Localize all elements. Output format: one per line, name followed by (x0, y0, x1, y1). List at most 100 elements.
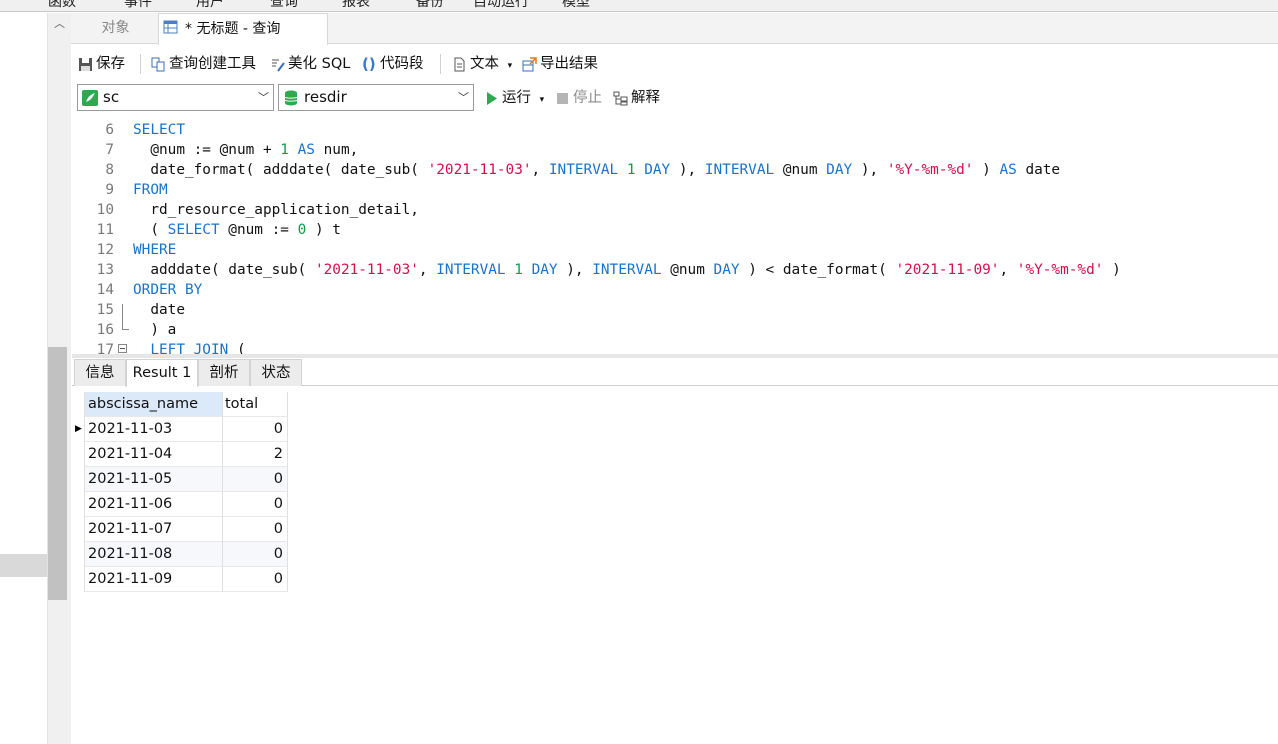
database-value: resdir (304, 88, 347, 106)
column-header-abscissa-name[interactable]: abscissa_name (85, 392, 223, 417)
run-button[interactable]: 运行 ▾ (482, 86, 544, 110)
cell-total[interactable]: 0 (223, 467, 288, 492)
code-token: '2021-11-03' (427, 162, 532, 178)
code-token: 1 (514, 262, 523, 278)
row-indicator[interactable] (72, 492, 85, 517)
code-token: SELECT (133, 122, 185, 138)
scrollbar-thumb[interactable] (48, 347, 67, 600)
row-indicator[interactable] (72, 517, 85, 542)
menu-item-functions[interactable]: 函数 (48, 0, 76, 11)
code-text: date (133, 300, 185, 320)
sql-editor[interactable]: 6 SELECT 7 @num := @num + 1 AS num, 8 date_… (72, 120, 1278, 354)
code-token: ), (670, 162, 705, 178)
code-line[interactable]: 7 @num := @num + 1 AS num, (72, 140, 1278, 160)
cell-abscissa-name[interactable]: 2021-11-08 (85, 542, 223, 567)
code-line[interactable]: 16 ) a (72, 320, 1278, 340)
code-text: @num := @num + 1 AS num, (133, 140, 358, 160)
menu-item-model[interactable]: 模型 (562, 0, 590, 11)
menu-item-backup[interactable]: 备份 (416, 0, 444, 11)
cell-total[interactable]: 0 (223, 542, 288, 567)
cell-abscissa-name[interactable]: 2021-11-04 (85, 442, 223, 467)
row-indicator[interactable] (72, 542, 85, 567)
row-indicator[interactable] (72, 467, 85, 492)
code-token: ( (133, 222, 168, 238)
code-token: ), (852, 162, 887, 178)
code-token: LEFT JOIN (150, 342, 229, 354)
export-results-button[interactable]: 导出结果 (520, 52, 598, 76)
navigator-selected-item[interactable] (0, 554, 47, 577)
code-token: DAY (531, 262, 558, 278)
stop-button[interactable]: 停止 (553, 86, 602, 110)
code-text: FROM (133, 180, 168, 200)
code-token: @num (661, 262, 714, 278)
scroll-up-arrow-icon[interactable]: ︿ (48, 14, 71, 34)
save-button[interactable]: 保存 (76, 52, 125, 76)
tab-query[interactable]: * 无标题 - 查询 (158, 13, 328, 45)
cell-abscissa-name[interactable]: 2021-11-07 (85, 517, 223, 542)
code-line[interactable]: 17 LEFT JOIN ( (72, 340, 1278, 354)
cell-total[interactable]: 0 (223, 492, 288, 517)
code-line[interactable]: 6 SELECT (72, 120, 1278, 140)
cell-total[interactable]: 2 (223, 442, 288, 467)
code-line[interactable]: 14 ORDER BY (72, 280, 1278, 300)
cell-total[interactable]: 0 (223, 417, 288, 442)
result-tab-result1[interactable]: Result 1 (126, 359, 198, 387)
code-line[interactable]: 12 WHERE (72, 240, 1278, 260)
explain-label: 解释 (631, 90, 660, 106)
database-select[interactable]: resdir ﹀ (278, 84, 474, 111)
database-dropdown-icon[interactable]: ﹀ (458, 85, 469, 110)
cell-abscissa-name[interactable]: 2021-11-05 (85, 467, 223, 492)
connection-select[interactable]: sc ﹀ (77, 84, 274, 111)
query-builder-button[interactable]: 查询创建工具 (149, 52, 256, 76)
query-table-icon (163, 20, 178, 34)
result-tab-info[interactable]: 信息 (74, 359, 126, 386)
column-header-total[interactable]: total (223, 392, 288, 417)
cell-abscissa-name[interactable]: 2021-11-09 (85, 567, 223, 592)
cell-abscissa-name[interactable]: 2021-11-06 (85, 492, 223, 517)
line-number: 9 (105, 182, 114, 198)
row-indicator[interactable] (72, 567, 85, 592)
code-line[interactable]: 15 date (72, 300, 1278, 320)
grid-corner (72, 392, 85, 417)
connection-icon (82, 90, 98, 106)
code-line[interactable]: 13 adddate( date_sub( '2021-11-03', INTE… (72, 260, 1278, 280)
code-token: date (133, 302, 185, 318)
line-number: 11 (96, 222, 114, 238)
code-text: date_format( adddate( date_sub( '2021-11… (133, 160, 1060, 180)
menu-item-automation[interactable]: 自动运行 (473, 0, 529, 11)
result-tab-status[interactable]: 状态 (250, 359, 302, 386)
cell-total[interactable]: 0 (223, 517, 288, 542)
code-line[interactable]: 10 rd_resource_application_detail, (72, 200, 1278, 220)
code-token: @num (774, 162, 827, 178)
explain-button[interactable]: 解释 (611, 86, 660, 110)
code-line[interactable]: 9 FROM (72, 180, 1278, 200)
code-text: adddate( date_sub( '2021-11-03', INTERVA… (133, 260, 1120, 280)
text-mode-dropdown-icon[interactable]: ▾ (508, 61, 513, 71)
connection-dropdown-icon[interactable]: ﹀ (258, 85, 269, 110)
code-token: 1 (626, 162, 636, 178)
code-snippet-button[interactable]: () 代码段 (360, 52, 424, 76)
code-line[interactable]: 11 ( SELECT @num := 0 ) t (72, 220, 1278, 240)
run-dropdown-icon[interactable]: ▾ (540, 95, 545, 105)
menu-item-users[interactable]: 用户 (196, 0, 224, 11)
result-tab-profile[interactable]: 剖析 (198, 359, 250, 386)
save-label: 保存 (96, 56, 125, 72)
menu-item-reports[interactable]: 报表 (342, 0, 370, 11)
tab-objects[interactable]: 对象 (73, 13, 158, 44)
line-number: 15 (96, 302, 114, 318)
query-builder-label: 查询创建工具 (169, 56, 256, 72)
text-mode-button[interactable]: 文本 ▾ (450, 52, 512, 76)
code-line[interactable]: 8 date_format( adddate( date_sub( '2021-… (72, 160, 1278, 180)
menu-item-events[interactable]: 事件 (124, 0, 152, 11)
row-indicator[interactable]: ▶ (72, 417, 85, 442)
cell-abscissa-name[interactable]: 2021-11-03 (85, 417, 223, 442)
fold-collapse-icon[interactable] (118, 344, 127, 353)
code-text: WHERE (133, 240, 176, 260)
beautify-sql-button[interactable]: 美化 SQL (268, 52, 350, 76)
snippet-parentheses-icon: () (362, 55, 376, 73)
cell-total[interactable]: 0 (223, 567, 288, 592)
menu-item-queries[interactable]: 查询 (270, 0, 298, 11)
code-snippet-label: 代码段 (380, 56, 424, 72)
row-indicator[interactable] (72, 442, 85, 467)
stop-label: 停止 (573, 90, 602, 106)
